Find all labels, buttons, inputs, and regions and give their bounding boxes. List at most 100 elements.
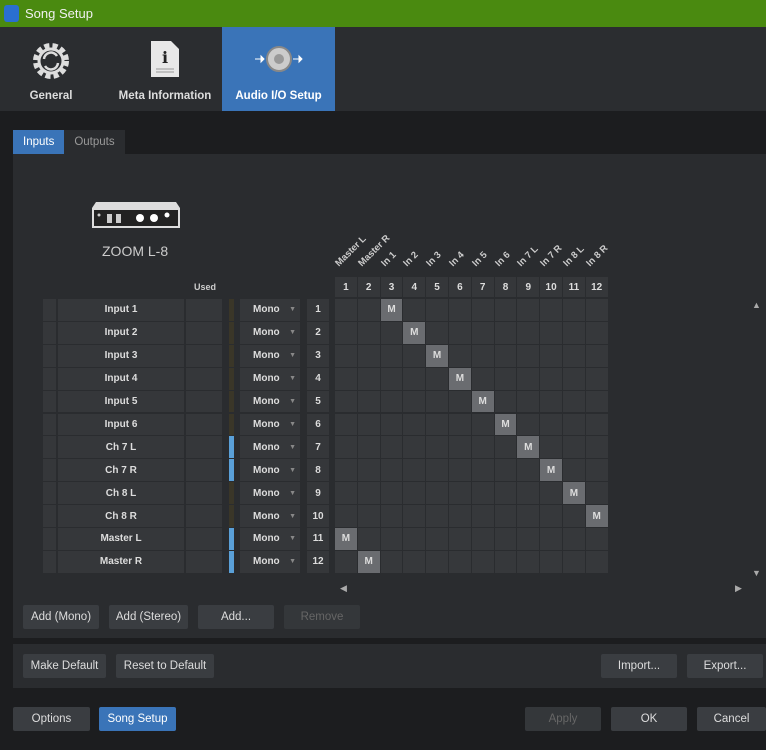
mode-dropdown[interactable]: Mono ▼: [240, 390, 300, 413]
routing-cell[interactable]: [517, 505, 540, 527]
routing-cell[interactable]: [585, 459, 608, 482]
routing-cell[interactable]: [471, 505, 494, 527]
routing-cell[interactable]: [563, 390, 585, 413]
routing-cell[interactable]: [585, 436, 608, 459]
routing-cell[interactable]: [403, 505, 426, 527]
routing-cell[interactable]: [449, 528, 471, 550]
mode-dropdown[interactable]: Mono ▼: [240, 367, 300, 390]
routing-cell[interactable]: [449, 436, 471, 459]
routing-cell[interactable]: [403, 413, 426, 436]
routing-cell[interactable]: [517, 299, 540, 321]
row-handle[interactable]: [43, 413, 56, 436]
row-handle[interactable]: [43, 459, 56, 482]
tab-outputs[interactable]: Outputs: [64, 130, 125, 154]
routing-cell-mapped[interactable]: M: [471, 390, 494, 413]
routing-cell[interactable]: [540, 528, 562, 550]
reset-to-default-button[interactable]: Reset to Default: [116, 654, 214, 678]
routing-cell[interactable]: [517, 550, 540, 573]
routing-cell[interactable]: [540, 550, 562, 573]
routing-cell[interactable]: [380, 344, 403, 367]
routing-cell[interactable]: [494, 299, 517, 321]
routing-cell[interactable]: [494, 550, 517, 573]
row-handle[interactable]: [43, 321, 56, 344]
routing-cell[interactable]: [403, 482, 426, 505]
tab-meta-information[interactable]: i Meta Information: [110, 27, 220, 111]
routing-cell[interactable]: [471, 344, 494, 367]
mode-dropdown[interactable]: Mono ▼: [240, 528, 300, 550]
routing-cell-mapped[interactable]: M: [403, 321, 426, 344]
routing-cell[interactable]: [335, 321, 357, 344]
routing-cell[interactable]: [563, 550, 585, 573]
channel-name[interactable]: Input 2: [58, 321, 184, 344]
routing-cell[interactable]: [540, 482, 562, 505]
row-handle[interactable]: [43, 482, 56, 505]
routing-cell[interactable]: [449, 390, 471, 413]
routing-cell[interactable]: [471, 321, 494, 344]
channel-name[interactable]: Input 3: [58, 344, 184, 367]
routing-cell-mapped[interactable]: M: [426, 344, 448, 367]
routing-cell-mapped[interactable]: M: [380, 299, 403, 321]
routing-cell[interactable]: [585, 299, 608, 321]
routing-cell[interactable]: [380, 459, 403, 482]
ok-button[interactable]: OK: [611, 707, 687, 731]
routing-cell[interactable]: [517, 390, 540, 413]
mode-dropdown[interactable]: Mono ▼: [240, 459, 300, 482]
mode-dropdown[interactable]: Mono ▼: [240, 299, 300, 321]
tab-audio-io-setup[interactable]: Audio I/O Setup: [222, 27, 335, 111]
routing-cell[interactable]: [426, 367, 448, 390]
routing-cell[interactable]: [517, 459, 540, 482]
options-button[interactable]: Options: [13, 707, 90, 731]
routing-cell[interactable]: [449, 505, 471, 527]
scroll-left-icon[interactable]: ◀: [340, 583, 347, 594]
routing-cell[interactable]: [449, 344, 471, 367]
routing-cell[interactable]: [494, 321, 517, 344]
routing-cell[interactable]: [426, 550, 448, 573]
channel-name[interactable]: Input 1: [58, 299, 184, 321]
tab-inputs[interactable]: Inputs: [13, 130, 65, 154]
mode-dropdown[interactable]: Mono ▼: [240, 550, 300, 573]
routing-cell[interactable]: [357, 321, 380, 344]
routing-cell[interactable]: [563, 528, 585, 550]
channel-name[interactable]: Input 4: [58, 367, 184, 390]
routing-cell-mapped[interactable]: M: [449, 367, 471, 390]
cancel-button[interactable]: Cancel: [697, 707, 766, 731]
routing-cell[interactable]: [449, 459, 471, 482]
routing-cell[interactable]: [426, 482, 448, 505]
add-stereo-button[interactable]: Add (Stereo): [109, 605, 188, 629]
routing-cell[interactable]: [335, 482, 357, 505]
routing-cell[interactable]: [380, 390, 403, 413]
routing-cell[interactable]: [380, 413, 403, 436]
import-button[interactable]: Import...: [601, 654, 677, 678]
routing-cell[interactable]: [540, 390, 562, 413]
routing-cell[interactable]: [517, 321, 540, 344]
scroll-down-icon[interactable]: ▼: [752, 568, 761, 578]
routing-cell[interactable]: [380, 528, 403, 550]
routing-cell[interactable]: [585, 344, 608, 367]
channel-name[interactable]: Input 6: [58, 413, 184, 436]
routing-cell[interactable]: [357, 482, 380, 505]
routing-cell[interactable]: [403, 390, 426, 413]
routing-cell[interactable]: [563, 299, 585, 321]
routing-cell[interactable]: [426, 505, 448, 527]
routing-cell[interactable]: [380, 550, 403, 573]
routing-cell[interactable]: [540, 321, 562, 344]
routing-cell[interactable]: [563, 344, 585, 367]
routing-cell[interactable]: [335, 459, 357, 482]
routing-cell[interactable]: [449, 299, 471, 321]
routing-cell[interactable]: [426, 528, 448, 550]
routing-cell[interactable]: [426, 436, 448, 459]
routing-cell[interactable]: [494, 436, 517, 459]
routing-cell[interactable]: [471, 413, 494, 436]
routing-cell[interactable]: [426, 390, 448, 413]
routing-cell-mapped[interactable]: M: [357, 550, 380, 573]
mode-dropdown[interactable]: Mono ▼: [240, 321, 300, 344]
routing-cell[interactable]: [540, 436, 562, 459]
routing-cell[interactable]: [471, 550, 494, 573]
scroll-up-icon[interactable]: ▲: [752, 300, 761, 310]
routing-cell[interactable]: [426, 413, 448, 436]
routing-cell[interactable]: [357, 367, 380, 390]
routing-cell[interactable]: [517, 413, 540, 436]
routing-cell[interactable]: [403, 528, 426, 550]
routing-cell[interactable]: [335, 413, 357, 436]
routing-cell[interactable]: [403, 299, 426, 321]
